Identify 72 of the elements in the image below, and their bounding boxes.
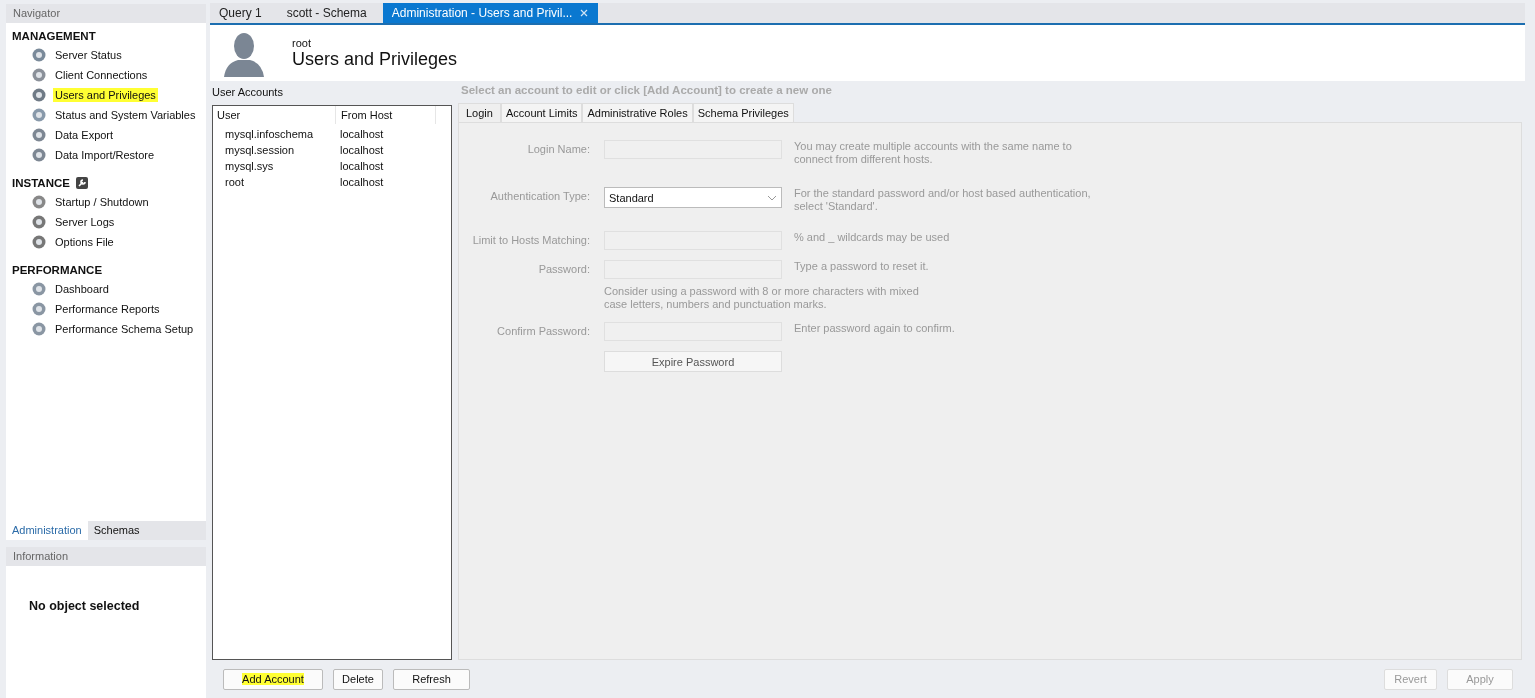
nav-icon — [31, 107, 47, 123]
nav-icon — [31, 127, 47, 143]
table-cell[interactable]: mysql.infoschema — [213, 126, 335, 142]
nav-icon — [31, 321, 47, 337]
nav-item[interactable]: Data Export — [53, 128, 116, 142]
editor-tab[interactable]: scott - Schema — [277, 3, 377, 23]
nav-icon — [31, 214, 47, 230]
nav-item[interactable]: Server Logs — [53, 215, 117, 229]
column-header[interactable]: User — [213, 106, 336, 124]
tab[interactable]: Schema Privileges — [692, 103, 794, 122]
chevron-down-icon — [767, 194, 777, 201]
nav-icon — [31, 301, 47, 317]
editor-tab[interactable]: Query 1 — [210, 3, 272, 23]
editor-tab[interactable]: Administration - Users and Privil... — [382, 3, 599, 23]
hint-text: For the standard password and/or host based authentication, select 'Standard'. — [794, 187, 1091, 212]
section-title: PERFORMANCE — [12, 264, 103, 276]
nav-item[interactable]: Performance Schema Setup — [53, 322, 196, 336]
table-cell[interactable]: localhost — [335, 126, 430, 142]
nav-item[interactable]: Server Status — [53, 48, 124, 62]
wrench-icon[interactable] — [75, 177, 88, 189]
nav-item[interactable]: Performance Reports — [53, 302, 162, 316]
table-cell[interactable]: localhost — [335, 158, 430, 174]
column-header[interactable]: From Host — [336, 106, 436, 124]
field-label: Password: — [538, 263, 590, 275]
tab[interactable]: Account Limits — [500, 103, 583, 122]
action-button[interactable]: Refresh — [393, 668, 470, 690]
nav-item[interactable]: Users and Privileges — [53, 88, 158, 102]
nav-icon — [31, 147, 47, 163]
navigator-title: Navigator — [6, 4, 206, 23]
nav-item[interactable]: Data Import/Restore — [53, 148, 157, 162]
table-cell[interactable]: root — [213, 174, 335, 190]
section-title: INSTANCE — [12, 177, 70, 189]
hint-text: Type a password to reset it. — [794, 260, 929, 272]
table-cell[interactable]: localhost — [335, 174, 430, 190]
nav-icon — [31, 281, 47, 297]
field-label: Limit to Hosts Matching: — [472, 234, 590, 246]
user-silhouette-icon — [222, 31, 266, 77]
action-button[interactable]: Delete — [333, 668, 383, 690]
nav-icon — [31, 67, 47, 83]
information-title: Information — [6, 547, 206, 566]
table-cell[interactable]: mysql.sys — [213, 158, 335, 174]
section-title: MANAGEMENT — [12, 30, 96, 42]
hint-text: % and _ wildcards may be used — [794, 231, 950, 243]
dropdown[interactable]: Standard — [604, 187, 782, 208]
table-cell[interactable]: mysql.session — [213, 142, 335, 158]
hint-text: Consider using a password with 8 or more characters with mixed case letters, numbers and punctuation marks. — [604, 285, 920, 311]
prompt-text: Select an account to edit or click [Add Account] to create a new one — [460, 83, 833, 98]
field-label: Confirm Password: — [497, 325, 590, 337]
close-icon[interactable] — [580, 9, 589, 17]
table-cell[interactable]: localhost — [335, 142, 430, 158]
expire-password-button[interactable]: Expire Password — [604, 351, 782, 372]
nav-item[interactable]: Status and System Variables — [53, 108, 198, 122]
field-label: Login Name: — [527, 143, 590, 155]
nav-item[interactable]: Options File — [53, 235, 116, 249]
nav-icon — [31, 194, 47, 210]
accounts-title: User Accounts — [212, 85, 284, 100]
nav-item[interactable]: Client Connections — [53, 68, 150, 82]
hint-text: Enter password again to confirm. — [794, 322, 955, 334]
nav-item[interactable]: Dashboard — [53, 282, 111, 296]
action-button[interactable]: Add Account — [223, 668, 323, 690]
tab[interactable]: Administrative Roles — [582, 103, 693, 122]
page-title: Users and Privileges — [292, 48, 458, 70]
nav-icon — [31, 234, 47, 250]
panel-tab[interactable]: Administration — [6, 521, 88, 540]
info-message: No object selected — [28, 598, 141, 613]
nav-icon — [31, 47, 47, 63]
nav-icon — [31, 87, 47, 103]
field-label: Authentication Type: — [490, 190, 590, 202]
nav-item[interactable]: Startup / Shutdown — [53, 195, 151, 209]
tab[interactable]: Login — [458, 103, 501, 122]
user-name: root — [292, 36, 312, 49]
hint-text: You may create multiple accounts with the same name to connect from different hosts. — [794, 140, 1072, 165]
